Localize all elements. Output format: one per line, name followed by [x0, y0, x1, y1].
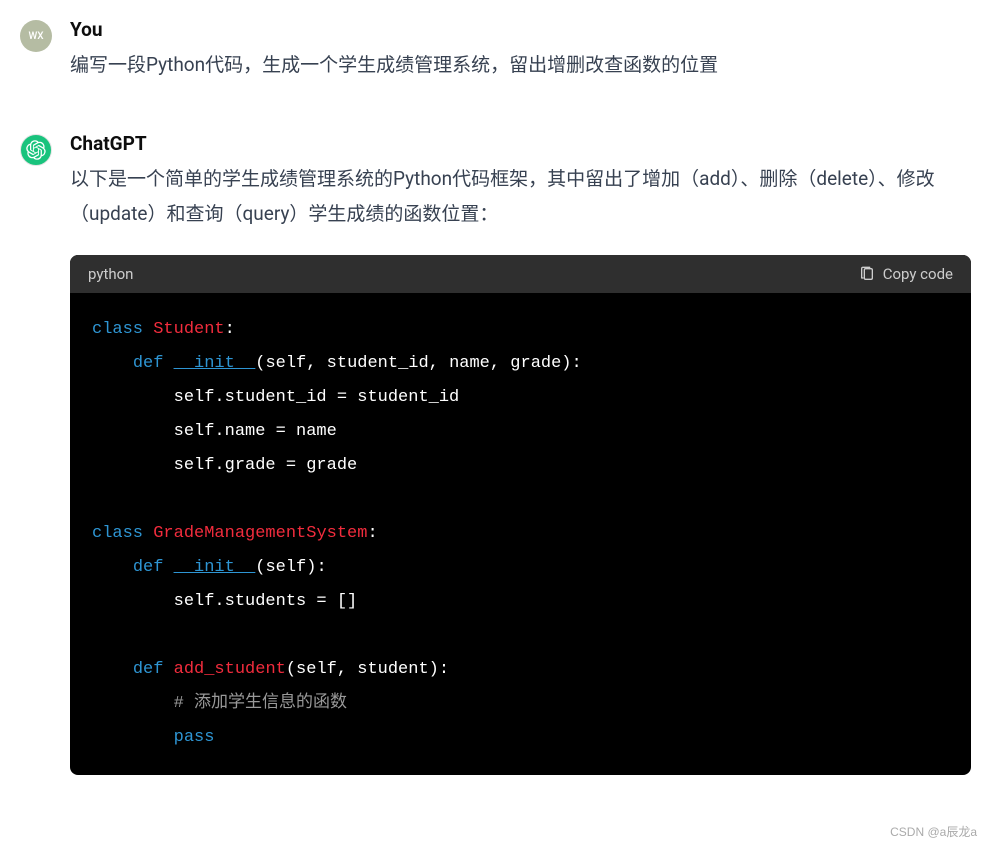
copy-code-label: Copy code	[883, 265, 953, 283]
code-token: __init__	[174, 558, 256, 577]
code-token: self.name = name	[92, 422, 337, 441]
code-token: def	[133, 354, 164, 373]
assistant-message-text: 以下是一个简单的学生成绩管理系统的Python代码框架，其中留出了增加（add）…	[70, 161, 971, 231]
code-token: GradeManagementSystem	[153, 524, 367, 543]
user-avatar: WX	[20, 20, 52, 52]
assistant-author-label: ChatGPT	[70, 132, 971, 155]
code-token: def	[133, 558, 164, 577]
code-header: python Copy code	[70, 255, 971, 293]
code-token: (self, student_id, name, grade):	[255, 354, 581, 373]
user-message-text: 编写一段Python代码，生成一个学生成绩管理系统，留出增删改查函数的位置	[70, 47, 971, 82]
assistant-message: ChatGPT 以下是一个简单的学生成绩管理系统的Python代码框架，其中留出…	[20, 132, 971, 775]
copy-code-button[interactable]: Copy code	[859, 265, 953, 283]
code-token: Student	[153, 320, 224, 339]
code-token: class	[92, 320, 143, 339]
user-author-label: You	[70, 18, 971, 41]
code-token: self.student_id = student_id	[92, 388, 459, 407]
code-token: pass	[174, 728, 215, 747]
code-token: (self, student):	[286, 660, 449, 679]
openai-logo-icon	[26, 140, 46, 160]
code-block: python Copy code class Student: def __in…	[70, 255, 971, 775]
code-token: add_student	[174, 660, 286, 679]
assistant-content: ChatGPT 以下是一个简单的学生成绩管理系统的Python代码框架，其中留出…	[70, 132, 971, 775]
clipboard-icon	[859, 266, 875, 282]
user-message: WX You 编写一段Python代码，生成一个学生成绩管理系统，留出增删改查函…	[20, 18, 971, 82]
avatar-initials: WX	[28, 31, 43, 42]
watermark: CSDN @a辰龙a	[890, 823, 977, 840]
code-token: # 添加学生信息的函数	[174, 694, 347, 713]
code-token: self.grade = grade	[92, 456, 357, 475]
assistant-avatar	[20, 134, 52, 166]
code-language-label: python	[88, 265, 133, 283]
code-content[interactable]: class Student: def __init__(self, studen…	[70, 293, 971, 775]
code-token: (self):	[255, 558, 326, 577]
code-token: def	[133, 660, 164, 679]
code-token: class	[92, 524, 143, 543]
code-token: self.students = []	[92, 592, 357, 611]
user-content: You 编写一段Python代码，生成一个学生成绩管理系统，留出增删改查函数的位…	[70, 18, 971, 82]
code-token: __init__	[174, 354, 256, 373]
